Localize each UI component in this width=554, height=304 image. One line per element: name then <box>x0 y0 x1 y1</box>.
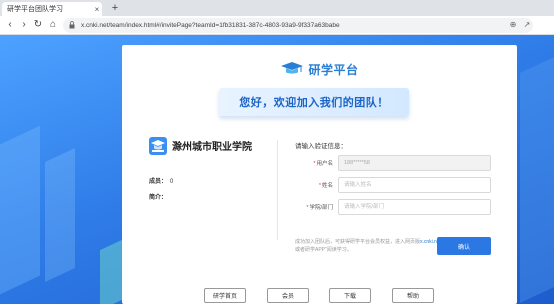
graduation-cap-icon <box>281 62 304 74</box>
close-icon[interactable]: × <box>92 5 102 14</box>
background-decoration <box>520 57 554 303</box>
username-field <box>338 155 491 171</box>
team-avatar-icon <box>149 137 167 155</box>
form-title: 请输入验证信息： <box>295 143 347 150</box>
share-icon[interactable]: ↗ <box>521 19 533 31</box>
name-field[interactable] <box>338 177 491 193</box>
reload-icon[interactable]: ↻ <box>32 19 44 31</box>
home-icon[interactable]: ⌂ <box>47 19 59 31</box>
members-label: 成员： <box>149 179 168 185</box>
username-label: *用户名 <box>313 161 333 167</box>
forward-icon[interactable]: › <box>18 19 30 31</box>
footer-home-button[interactable]: 研学首页 <box>204 288 246 303</box>
footer-member-button[interactable]: 会员 <box>267 288 309 303</box>
intro-label: 简介： <box>149 195 168 201</box>
footer-download-button[interactable]: 下载 <box>329 288 371 303</box>
team-name: 滁州城市职业学院 <box>172 142 252 153</box>
join-note: 成功加入团队后，可获得研学平台会员权益，进入网页版x.cnki.net或者研学A… <box>295 238 443 254</box>
confirm-button[interactable]: 确认 <box>437 237 491 255</box>
background-decoration <box>45 148 75 282</box>
brand-name: 研学平台 <box>308 62 359 77</box>
tab-title: 研学平台团队学习 <box>7 6 63 13</box>
note-text: 成功加入团队后，可获得研学平台会员权益，进入网页版 <box>295 239 421 245</box>
intro-info: 简介： <box>149 192 167 201</box>
note-text-2: 或者研学APP"阅读学习。 <box>295 247 352 253</box>
invite-card: 研学平台 您好，欢迎加入我们的团队！ 滁州城市职业学院 成员： 0 简介： 请输入… <box>122 45 517 304</box>
dept-label: *学院/部门 <box>306 205 333 211</box>
browser-tabbar: 研学平台团队学习 × + <box>0 0 554 16</box>
browser-toolbar: ‹ › ↻ ⌂ x.cnki.net/team/index.html#/invi… <box>0 16 554 35</box>
new-tab-button[interactable]: + <box>108 1 122 15</box>
background-decoration <box>0 125 40 295</box>
brand-header: 研学平台 <box>122 59 517 79</box>
address-bar[interactable]: x.cnki.net/team/index.html#/invitePage?t… <box>63 18 533 33</box>
welcome-text: 您好，欢迎加入我们的团队！ <box>239 97 389 109</box>
background-decoration <box>100 239 122 304</box>
members-info: 成员： 0 <box>149 176 173 185</box>
zoom-icon[interactable]: ⊕ <box>507 19 519 31</box>
lock-icon <box>69 21 75 29</box>
footer-help-button[interactable]: 帮助 <box>392 288 434 303</box>
dept-field[interactable] <box>338 199 491 215</box>
column-divider <box>277 140 278 240</box>
back-icon[interactable]: ‹ <box>4 19 16 31</box>
members-count: 0 <box>170 179 174 185</box>
name-label: *姓名 <box>318 183 333 189</box>
tab-team-study[interactable]: 研学平台团队学习 × <box>2 2 102 16</box>
url-text: x.cnki.net/team/index.html#/invitePage?t… <box>81 22 340 29</box>
welcome-banner: 您好，欢迎加入我们的团队！ <box>219 88 409 116</box>
